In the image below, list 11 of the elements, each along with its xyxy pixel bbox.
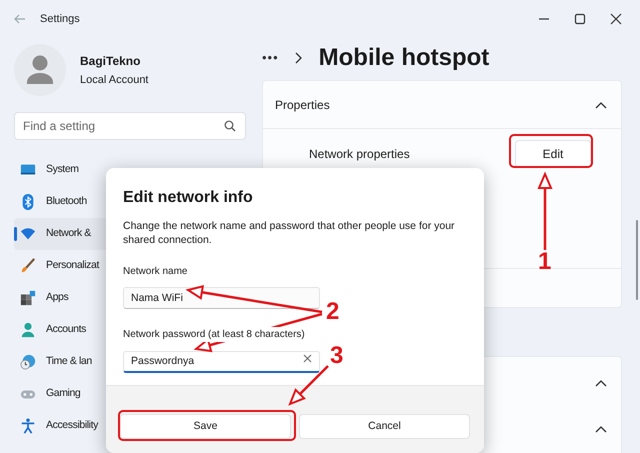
section-title: Properties xyxy=(275,96,330,114)
step-number: 2 xyxy=(326,300,340,324)
account-type: Local Account xyxy=(80,72,148,88)
page-title: Mobile hotspot xyxy=(318,43,490,73)
dialog-description: Change the network name and password that other people use for your shared connection. xyxy=(123,219,456,247)
step-number: 3 xyxy=(330,344,344,368)
account-name: BagiTekno xyxy=(80,52,142,70)
window-title: Settings xyxy=(40,12,80,27)
dialog-title: Edit network info xyxy=(123,188,254,208)
row-label: Network properties xyxy=(309,146,410,163)
step-number: 1 xyxy=(538,250,552,274)
